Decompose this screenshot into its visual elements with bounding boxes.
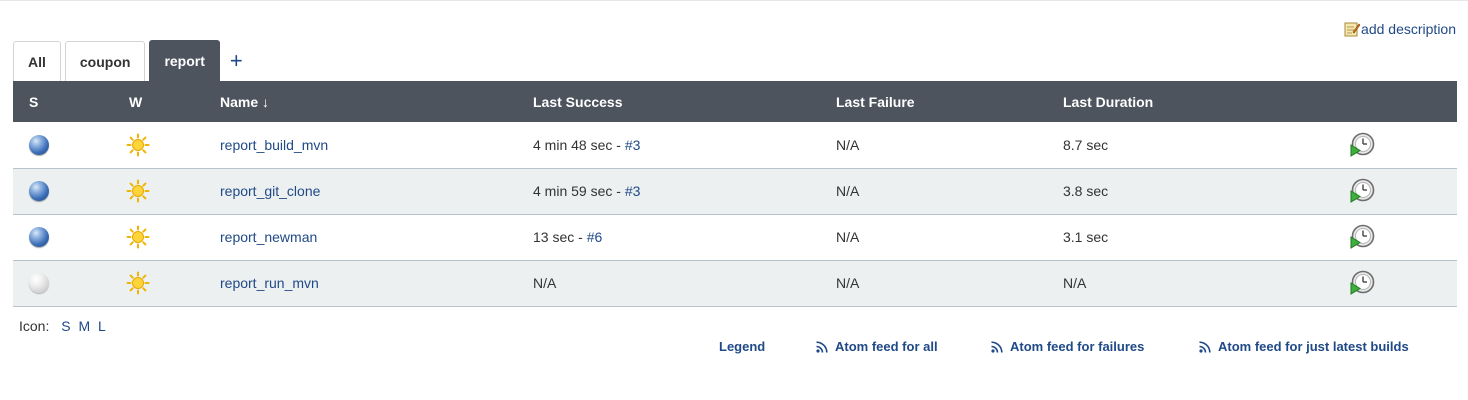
build-number-link[interactable]: #3 xyxy=(625,183,641,199)
last-success-time: 13 sec - xyxy=(533,229,587,245)
tab-coupon[interactable]: coupon xyxy=(64,41,146,81)
view-tabs: All coupon report + xyxy=(13,40,243,81)
weather-sunny-icon[interactable] xyxy=(126,133,150,157)
weather-sunny-icon[interactable] xyxy=(126,225,150,249)
column-header-name[interactable]: Name ↓ xyxy=(220,81,533,122)
schedule-build-icon[interactable] xyxy=(1348,269,1376,297)
column-header-status[interactable]: S xyxy=(13,81,113,122)
jobs-table: S W Name ↓ Last Success Last Failure Las… xyxy=(13,81,1457,307)
atom-feed-all-link[interactable]: Atom feed for all xyxy=(816,339,938,354)
new-view-button[interactable]: + xyxy=(230,41,243,81)
table-row: report_build_mvn 4 min 48 sec - #3 N/A 8… xyxy=(13,122,1457,169)
last-duration-value: 3.8 sec xyxy=(1063,183,1109,199)
build-number-link[interactable]: #6 xyxy=(587,229,603,245)
column-header-weather[interactable]: W xyxy=(113,81,220,122)
last-failure-value: N/A xyxy=(836,229,860,245)
last-failure-value: N/A xyxy=(836,136,860,153)
last-duration-value: N/A xyxy=(1063,275,1087,291)
status-blue-ball-icon[interactable] xyxy=(29,227,49,247)
atom-feed-all-label[interactable]: Atom feed for all xyxy=(835,339,938,354)
icon-size-selector: Icon: S M L xyxy=(19,318,106,334)
icon-size-small-link[interactable]: S xyxy=(61,318,70,334)
job-link[interactable]: report_build_mvn xyxy=(220,137,328,153)
column-header-actions xyxy=(1318,81,1457,122)
job-link[interactable]: report_git_clone xyxy=(220,183,320,199)
last-success-time: 4 min 48 sec - xyxy=(533,136,625,153)
tab-all[interactable]: All xyxy=(13,41,61,81)
rss-feed-icon xyxy=(816,340,828,353)
atom-feed-failures-link[interactable]: Atom feed for failures xyxy=(991,339,1144,354)
add-description-link[interactable]: add description xyxy=(1344,21,1456,37)
column-header-last-duration[interactable]: Last Duration xyxy=(1063,81,1318,122)
column-header-last-success[interactable]: Last Success xyxy=(533,81,836,122)
icon-size-large-link[interactable]: L xyxy=(98,318,106,334)
weather-sunny-icon[interactable] xyxy=(126,179,150,203)
job-link[interactable]: report_run_mvn xyxy=(220,275,319,291)
table-row: report_run_mvn N/A N/A N/A xyxy=(13,260,1457,307)
rss-feed-icon xyxy=(991,340,1003,353)
table-row: report_git_clone 4 min 59 sec - #3 N/A 3… xyxy=(13,168,1457,215)
status-blue-ball-icon[interactable] xyxy=(29,134,49,155)
status-blue-ball-icon[interactable] xyxy=(29,181,49,201)
rss-feed-icon xyxy=(1199,340,1211,353)
last-duration-value: 8.7 sec xyxy=(1063,136,1109,153)
atom-feed-latest-label[interactable]: Atom feed for just latest builds xyxy=(1218,339,1409,354)
column-header-last-failure[interactable]: Last Failure xyxy=(836,81,1063,122)
tab-report[interactable]: report xyxy=(149,40,220,81)
icon-size-medium-link[interactable]: M xyxy=(78,318,90,334)
top-divider xyxy=(0,0,1468,1)
schedule-build-icon[interactable] xyxy=(1348,177,1376,205)
status-grey-ball-icon[interactable] xyxy=(29,273,49,293)
last-success-time: N/A xyxy=(533,275,557,291)
edit-notepad-icon xyxy=(1344,22,1361,37)
atom-feed-failures-label[interactable]: Atom feed for failures xyxy=(1010,339,1144,354)
schedule-build-icon[interactable] xyxy=(1348,223,1376,251)
job-link[interactable]: report_newman xyxy=(220,229,317,245)
schedule-build-icon[interactable] xyxy=(1348,131,1376,159)
table-row: report_newman 13 sec - #6 N/A 3.1 sec xyxy=(13,214,1457,261)
footer-links: Legend Atom feed for all Atom feed for f… xyxy=(0,339,1468,357)
build-number-link[interactable]: #3 xyxy=(625,137,641,153)
atom-feed-latest-link[interactable]: Atom feed for just latest builds xyxy=(1199,339,1409,354)
table-header-row: S W Name ↓ Last Success Last Failure Las… xyxy=(13,81,1457,122)
add-description-label[interactable]: add description xyxy=(1361,21,1456,37)
last-failure-value: N/A xyxy=(836,275,860,291)
last-success-time: 4 min 59 sec - xyxy=(533,183,625,199)
icon-size-label: Icon: xyxy=(19,318,50,334)
weather-sunny-icon[interactable] xyxy=(126,271,150,295)
legend-link[interactable]: Legend xyxy=(719,339,765,354)
last-failure-value: N/A xyxy=(836,183,860,199)
last-duration-value: 3.1 sec xyxy=(1063,229,1109,245)
